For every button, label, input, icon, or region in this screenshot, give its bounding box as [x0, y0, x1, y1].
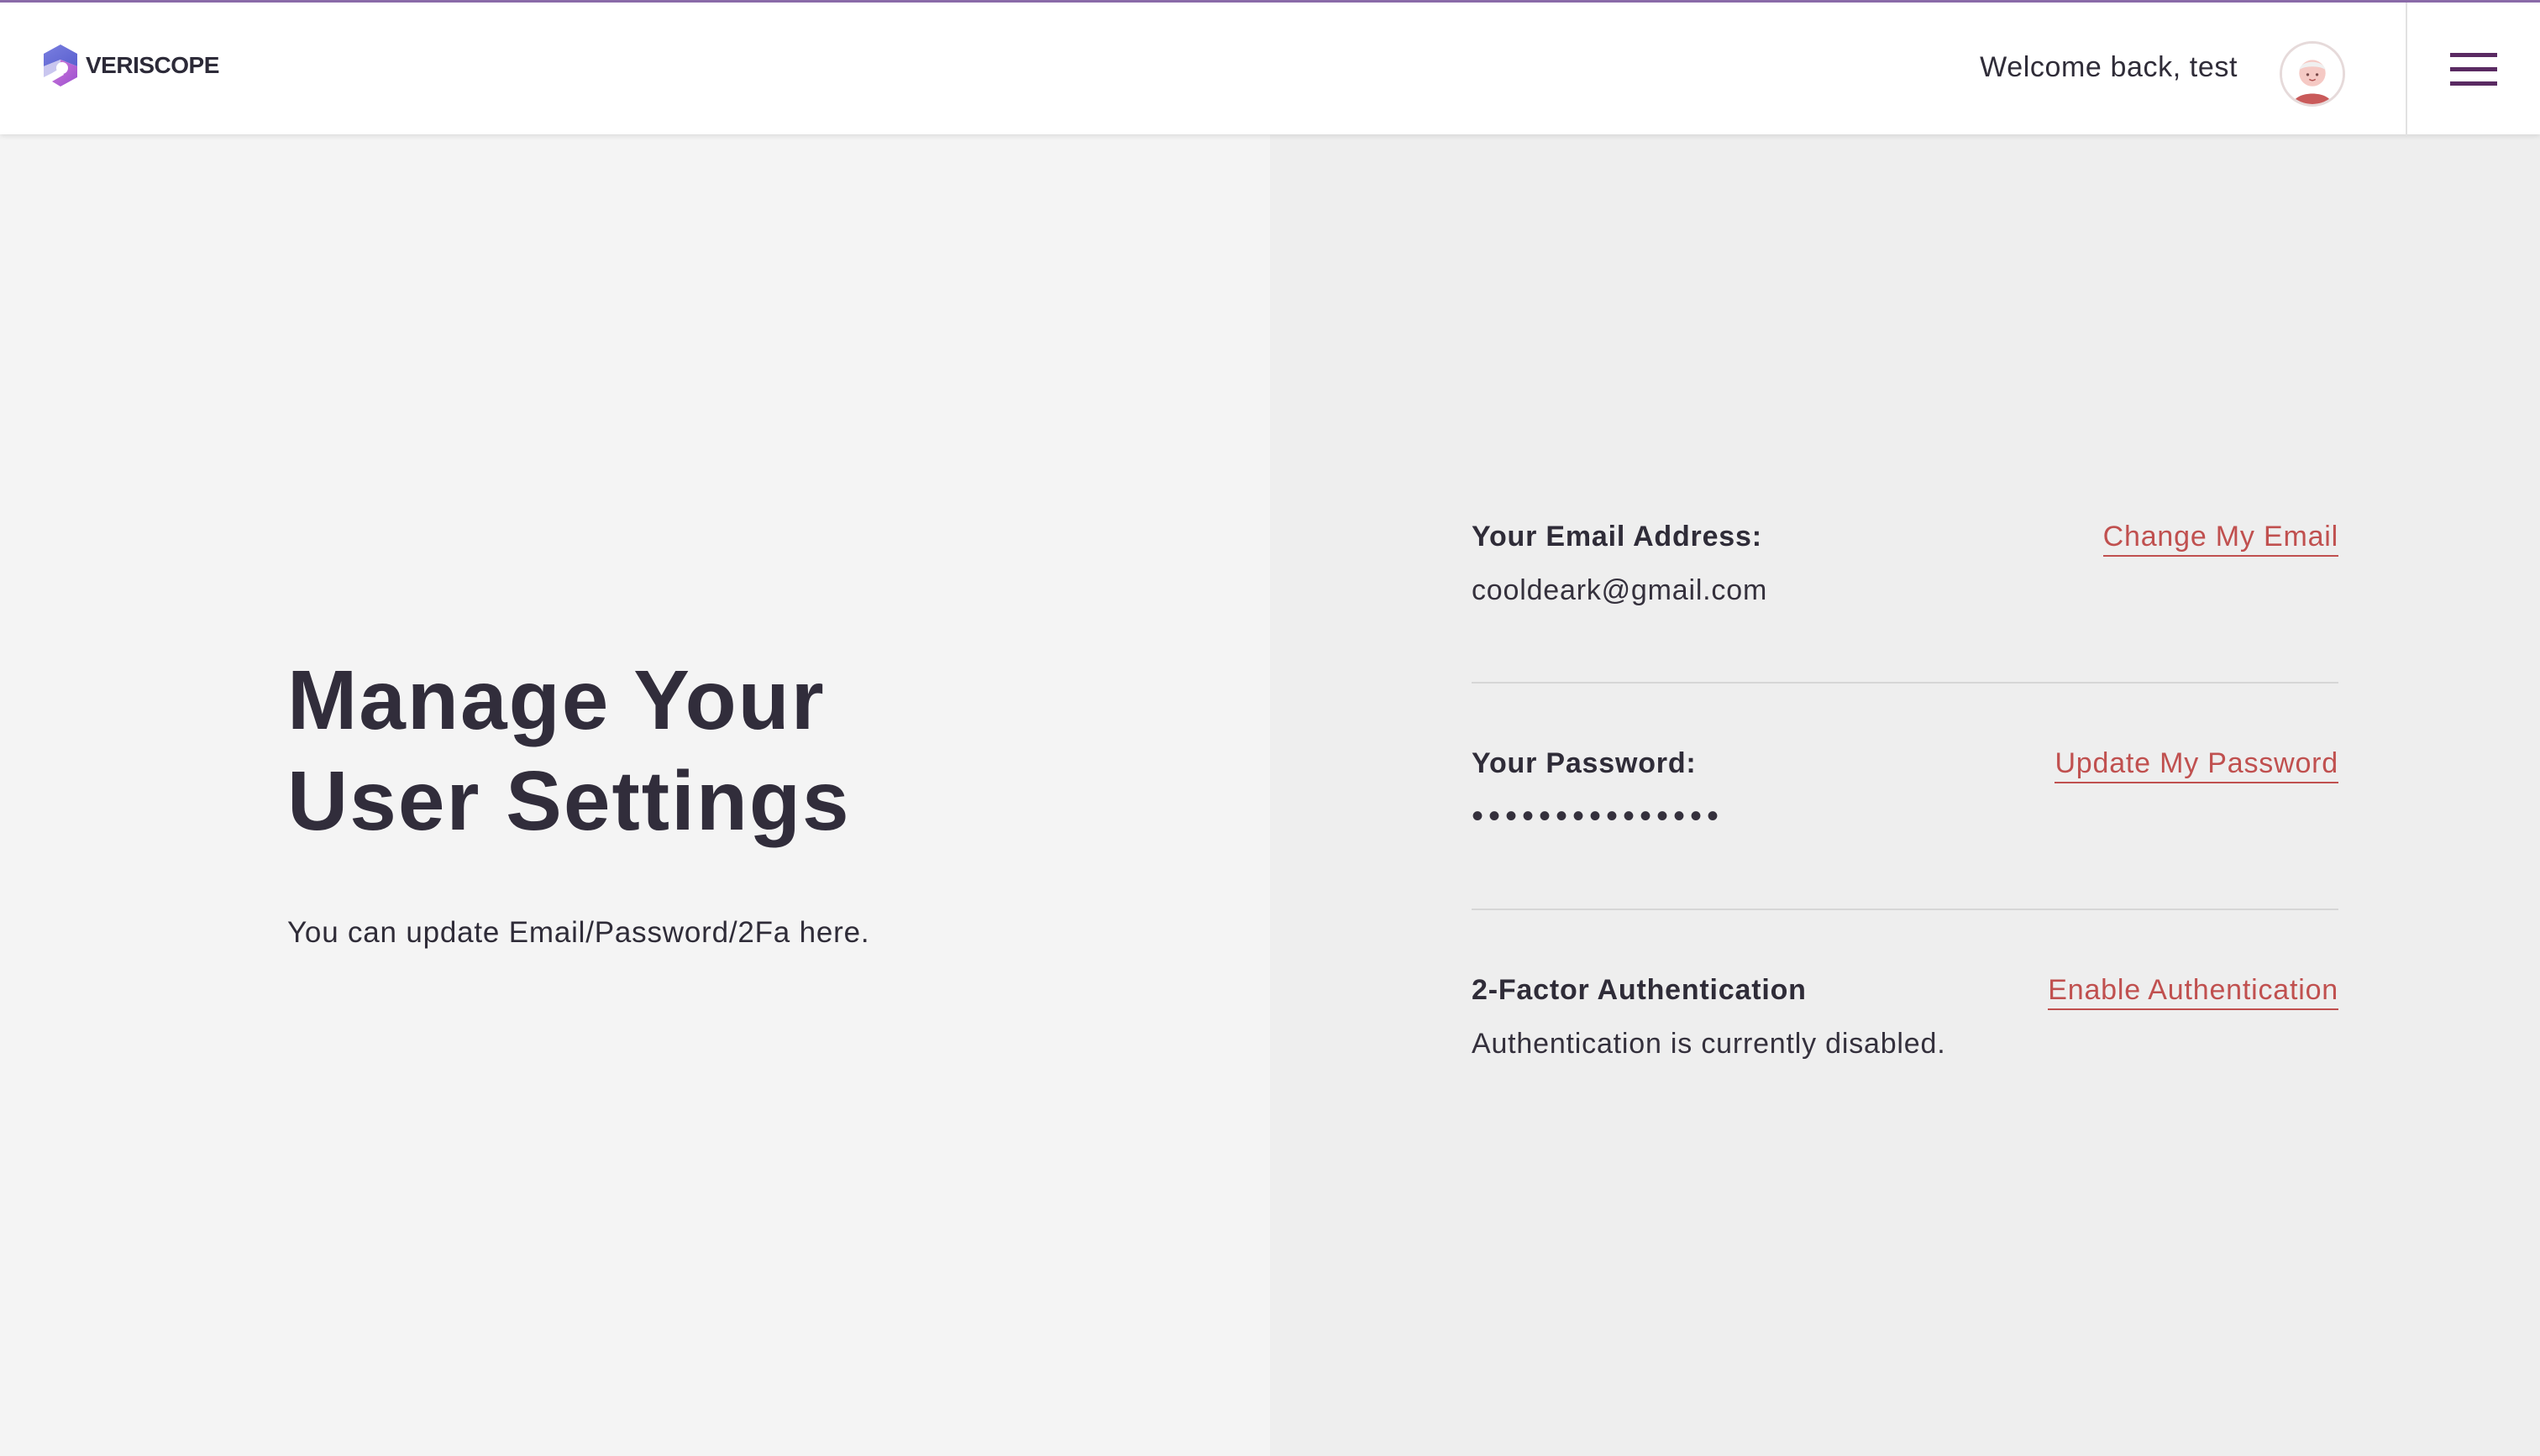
email-value: cooldeark@gmail.com: [1472, 574, 1768, 606]
settings-divider: [1472, 682, 2338, 683]
veriscope-logo-icon: [44, 45, 77, 86]
welcome-text: Welcome back, test: [1980, 51, 2238, 83]
password-value: •••••••••••••••: [1472, 798, 1724, 835]
settings-divider: [1472, 909, 2338, 910]
user-avatar[interactable]: [2280, 41, 2345, 107]
page-title-line-2: User Settings: [287, 754, 851, 848]
email-setting: Your Email Address: cooldeark@gmail.com …: [1472, 521, 2338, 613]
top-header: VERISCOPE Welcome back, test: [0, 0, 2540, 137]
veriscope-logo[interactable]: VERISCOPE: [40, 41, 219, 90]
page-title: Manage Your User Settings: [287, 650, 1043, 851]
page-subtitle: You can update Email/Password/2Fa here.: [287, 916, 870, 949]
update-password-link[interactable]: Update My Password: [2055, 747, 2338, 783]
password-label: Your Password:: [1472, 747, 1697, 779]
enable-authentication-link[interactable]: Enable Authentication: [2048, 974, 2338, 1010]
page-title-line-1: Manage Your: [287, 653, 826, 747]
user-avatar-icon: [2282, 44, 2343, 104]
logo-text: VERISCOPE: [86, 52, 219, 78]
email-label: Your Email Address:: [1472, 521, 1762, 553]
hamburger-menu-icon: [2450, 53, 2497, 86]
password-setting: Your Password: ••••••••••••••• Update My…: [1472, 747, 2338, 840]
two-factor-status: Authentication is currently disabled.: [1472, 1028, 1946, 1060]
menu-button[interactable]: [2407, 3, 2540, 137]
two-factor-label: 2-Factor Authentication: [1472, 974, 1807, 1006]
change-email-link[interactable]: Change My Email: [2102, 521, 2338, 557]
two-factor-setting: 2-Factor Authentication Authentication i…: [1472, 974, 2338, 1066]
